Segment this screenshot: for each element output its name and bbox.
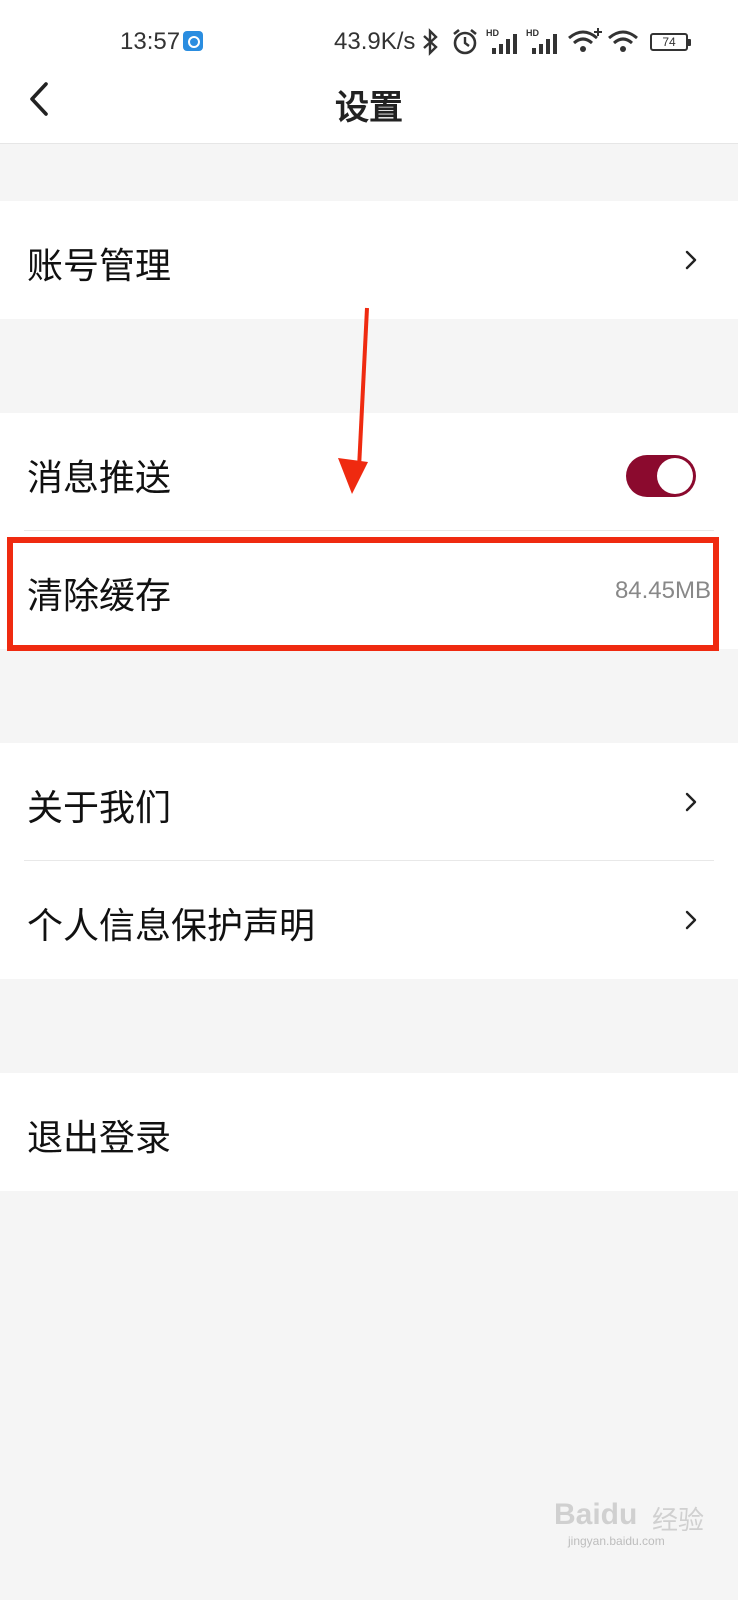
toggle-knob	[657, 458, 693, 494]
push-notification-label: 消息推送	[27, 458, 172, 499]
chevron-right-icon	[685, 910, 697, 930]
watermark-text: 经验	[652, 1506, 705, 1536]
settings-group-logout: 退出登录	[0, 1073, 738, 1191]
privacy-statement-row[interactable]: 个人信息保护声明	[0, 861, 738, 979]
hd-signal-icon: HD	[526, 28, 557, 54]
bluetooth-icon	[423, 28, 438, 56]
wifi-icon	[568, 28, 602, 52]
settings-group-info: 关于我们 个人信息保护声明	[0, 743, 738, 979]
settings-group-account: 账号管理	[0, 201, 738, 319]
chevron-right-icon	[685, 792, 697, 812]
push-notification-toggle[interactable]	[626, 455, 696, 497]
svg-text:HD: HD	[486, 28, 499, 38]
network-speed: 43.9K/s	[334, 28, 416, 55]
logout-label: 退出登录	[27, 1118, 172, 1159]
battery-icon: 74	[650, 33, 691, 51]
highlight-box	[7, 537, 719, 651]
watermark: Baidu 经验 jingyan.baidu.com	[548, 1486, 728, 1548]
app-notification-icon	[183, 31, 203, 51]
chevron-right-icon	[685, 250, 697, 270]
logout-row[interactable]: 退出登录	[0, 1073, 738, 1191]
hd-signal-icon: HD	[486, 28, 517, 54]
arrow-down-icon	[338, 307, 369, 494]
account-management-row[interactable]: 账号管理	[0, 201, 738, 319]
watermark-logo: Baidu	[554, 1498, 638, 1531]
wifi-icon	[608, 30, 638, 52]
status-time: 13:57	[120, 28, 181, 55]
nav-bar: 设置	[0, 64, 738, 144]
account-management-label: 账号管理	[27, 246, 172, 287]
alarm-icon	[453, 28, 477, 55]
svg-text:HD: HD	[526, 28, 539, 38]
watermark-url: jingyan.baidu.com	[568, 1534, 665, 1548]
about-us-label: 关于我们	[27, 788, 172, 829]
page-title: 设置	[335, 88, 403, 128]
privacy-statement-label: 个人信息保护声明	[27, 906, 316, 947]
about-us-row[interactable]: 关于我们	[0, 743, 738, 861]
